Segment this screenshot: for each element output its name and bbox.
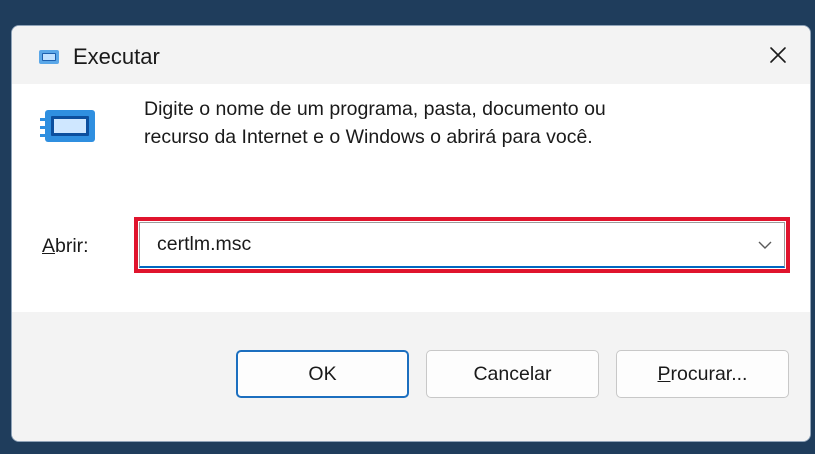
dropdown-button[interactable] <box>752 231 778 259</box>
browse-accelerator: P <box>657 362 671 385</box>
open-label-text: brir: <box>55 235 89 257</box>
chevron-down-icon <box>758 241 772 249</box>
run-icon <box>39 50 59 64</box>
open-label-accelerator: A <box>42 235 56 257</box>
dialog-description: Digite o nome de um programa, pasta, doc… <box>144 95 764 151</box>
run-dialog-icon <box>40 110 95 142</box>
close-icon <box>770 47 786 63</box>
close-button[interactable] <box>758 36 798 74</box>
description-line-1: Digite o nome de um programa, pasta, doc… <box>144 98 606 120</box>
open-input[interactable] <box>140 223 740 266</box>
cancel-button[interactable]: Cancelar <box>426 350 599 398</box>
browse-button[interactable]: Procurar... <box>616 350 789 398</box>
description-line-2: recurso da Internet e o Windows o abrirá… <box>144 126 593 148</box>
title-bar: Executar <box>12 26 810 84</box>
browse-label: rocurar... <box>670 362 748 385</box>
window-title: Executar <box>73 44 160 69</box>
open-label: Abrir: <box>42 232 89 260</box>
ok-button[interactable]: OK <box>236 350 409 398</box>
open-combobox[interactable] <box>139 222 785 268</box>
run-dialog: Executar Digite o nome de um programa, p… <box>11 25 811 442</box>
